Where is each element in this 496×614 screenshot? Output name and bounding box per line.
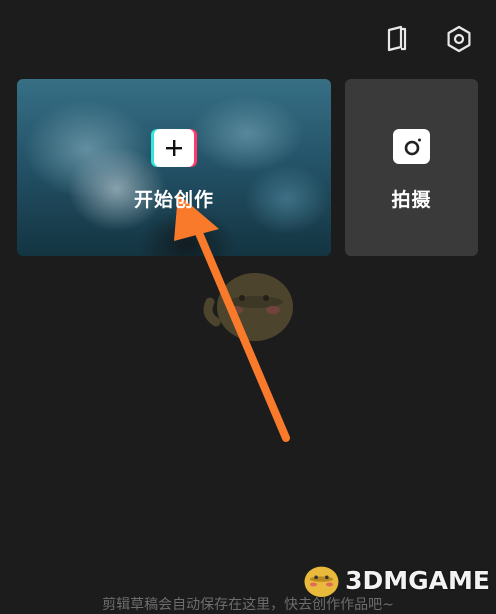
plus-icon xyxy=(154,129,194,167)
drafts-book-icon[interactable] xyxy=(381,24,411,54)
shoot-card[interactable]: 拍摄 xyxy=(345,79,478,256)
watermark-mascot-icon xyxy=(304,566,339,597)
mascot-illustration xyxy=(203,273,293,341)
watermark-text: 3DMGAME xyxy=(345,565,490,595)
shoot-label: 拍摄 xyxy=(391,189,432,211)
start-creation-label: 开始创作 xyxy=(133,189,214,211)
watermark: 3DMGAME xyxy=(300,556,490,604)
settings-icon[interactable] xyxy=(444,24,474,54)
start-creation-card[interactable]: 开始创作 xyxy=(17,79,331,256)
camera-icon xyxy=(393,129,430,164)
